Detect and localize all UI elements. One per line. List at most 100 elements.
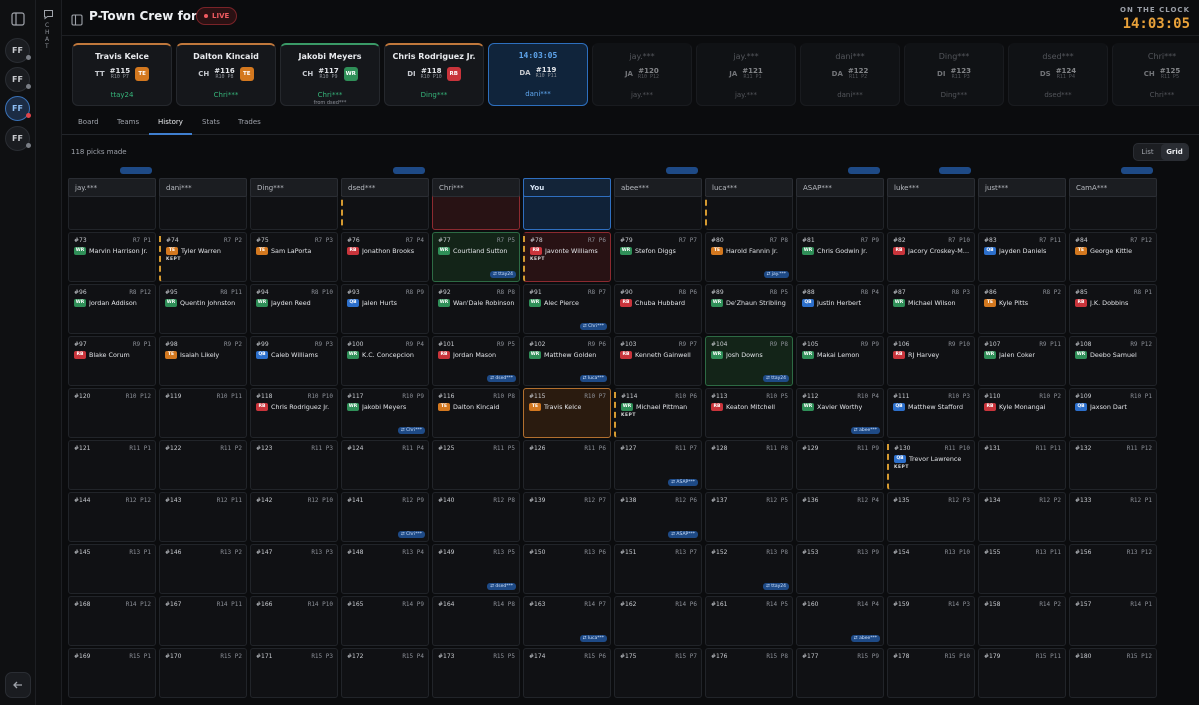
pick-cell[interactable]: #89 R8 P5 WR De'Zhaun Stribling [705, 284, 793, 334]
empty-pick-cell[interactable]: #143 R12 P11 [159, 492, 247, 542]
pick-card[interactable]: jay.*** JA #121 R11 P1 jay.*** [696, 43, 796, 106]
empty-pick-cell[interactable]: #144 R12 P12 [68, 492, 156, 542]
empty-pick-cell[interactable]: #132 R11 P12 [1069, 440, 1157, 490]
empty-pick-cell[interactable]: #155 R13 P11 [978, 544, 1066, 594]
pick-cell[interactable]: #99 R9 P3 QB Caleb Williams [250, 336, 338, 386]
empty-pick-cell[interactable]: #174 R15 P6 [523, 648, 611, 698]
chat-rail[interactable]: CHAT [36, 0, 62, 705]
pick-cell[interactable]: #93 R8 P9 QB Jalen Hurts [341, 284, 429, 334]
list-view-button[interactable]: List [1134, 144, 1161, 160]
pick-cell[interactable]: #80 R7 P8 TE Harold Fannin Jr. ⇄ jay.*** [705, 232, 793, 282]
empty-pick-cell[interactable]: #142 R12 P10 [250, 492, 338, 542]
empty-pick-cell[interactable]: #140 R12 P8 [432, 492, 520, 542]
trade-pill[interactable]: ⇄ ttay24 [490, 271, 516, 278]
empty-pick-cell[interactable]: #150 R13 P6 [523, 544, 611, 594]
tab-trades[interactable]: Trades [238, 118, 261, 126]
empty-pick-cell[interactable]: #145 R13 P1 [68, 544, 156, 594]
pick-card[interactable]: Ding*** DI #123 R11 P3 Ding*** [904, 43, 1004, 106]
empty-pick-cell[interactable]: #168 R14 P12 [68, 596, 156, 646]
empty-pick-cell[interactable]: #122 R11 P2 [159, 440, 247, 490]
trade-pill[interactable]: ⇄ Chri*** [397, 427, 425, 434]
empty-pick-cell[interactable]: #133 R12 P1 [1069, 492, 1157, 542]
tab-stats[interactable]: Stats [202, 118, 220, 126]
pick-cell[interactable]: #75 R7 P3 TE Sam LaPorta [250, 232, 338, 282]
empty-pick-cell[interactable]: #121 R11 P1 [68, 440, 156, 490]
empty-pick-cell[interactable]: #163 R14 P7 ⇄ luca*** [523, 596, 611, 646]
tab-history[interactable]: History [158, 118, 183, 126]
trade-pill[interactable]: ⇄ Chri*** [579, 323, 607, 330]
pick-cell[interactable]: #97 R9 P1 RB Blake Corum [68, 336, 156, 386]
empty-pick-cell[interactable]: #120 R10 P12 [68, 388, 156, 438]
empty-pick-cell[interactable]: #148 R13 P4 [341, 544, 429, 594]
trade-pill[interactable]: ⇄ abee*** [850, 427, 880, 434]
empty-pick-cell[interactable]: #128 R11 P8 [705, 440, 793, 490]
pick-cell[interactable]: #114 R10 P6 WR Michael Pittman KEPT [614, 388, 702, 438]
empty-pick-cell[interactable]: #149 R13 P5 ⇄ dsed*** [432, 544, 520, 594]
empty-pick-cell[interactable]: #125 R11 P5 [432, 440, 520, 490]
empty-pick-cell[interactable]: #176 R15 P8 [705, 648, 793, 698]
empty-pick-cell[interactable]: #119 R10 P11 [159, 388, 247, 438]
empty-pick-cell[interactable]: #169 R15 P1 [68, 648, 156, 698]
pick-cell[interactable]: #88 R8 P4 QB Justin Herbert [796, 284, 884, 334]
pick-cell[interactable]: #105 R9 P9 WR Makai Lemon [796, 336, 884, 386]
empty-pick-cell[interactable]: #137 R12 P5 [705, 492, 793, 542]
trade-pill[interactable]: ⇄ Chri*** [397, 531, 425, 538]
empty-pick-cell[interactable]: #157 R14 P1 [1069, 596, 1157, 646]
empty-pick-cell[interactable]: #139 R12 P7 [523, 492, 611, 542]
empty-pick-cell[interactable]: #138 R12 P6 ⇄ ASAP*** [614, 492, 702, 542]
league-avatar-2[interactable]: FF [5, 67, 31, 92]
panel-toggle-icon[interactable] [71, 11, 83, 30]
pick-card[interactable]: Dalton Kincaid CH #116 R10 P8 TE Chri*** [176, 43, 276, 106]
empty-pick-cell[interactable]: #147 R13 P3 [250, 544, 338, 594]
empty-pick-cell[interactable]: #134 R12 P2 [978, 492, 1066, 542]
pick-cell[interactable]: #85 R8 P1 RB J.K. Dobbins [1069, 284, 1157, 334]
league-avatar-4[interactable]: FF [5, 126, 31, 151]
trade-pill[interactable]: ⇄ luca*** [579, 375, 607, 382]
empty-pick-cell[interactable]: #165 R14 P9 [341, 596, 429, 646]
pick-cell[interactable]: #118 R10 P10 RB Chris Rodriguez Jr. [250, 388, 338, 438]
pick-cell[interactable]: #82 R7 P10 RB Jacory Croskey-Merritt [887, 232, 975, 282]
trade-pill[interactable]: ⇄ luca*** [579, 635, 607, 642]
trade-pill[interactable]: ⇄ ttay24 [763, 583, 789, 590]
pick-cell[interactable]: #90 R8 P6 RB Chuba Hubbard [614, 284, 702, 334]
pick-cell[interactable]: #81 R7 P9 WR Chris Godwin Jr. [796, 232, 884, 282]
empty-pick-cell[interactable]: #129 R11 P9 [796, 440, 884, 490]
pick-card[interactable]: Travis Kelce TT #115 R10 P7 TE ttay24 [72, 43, 172, 106]
pick-cell[interactable]: #100 R9 P4 WR K.C. Concepcion [341, 336, 429, 386]
pick-cell[interactable]: #111 R10 P3 QB Matthew Stafford [887, 388, 975, 438]
empty-pick-cell[interactable]: #177 R15 P9 [796, 648, 884, 698]
empty-pick-cell[interactable]: #151 R13 P7 [614, 544, 702, 594]
pick-cell[interactable]: #96 R8 P12 WR Jordan Addison [68, 284, 156, 334]
empty-pick-cell[interactable]: #160 R14 P4 ⇄ abee*** [796, 596, 884, 646]
pick-cell[interactable]: #94 R8 P10 WR Jayden Reed [250, 284, 338, 334]
empty-pick-cell[interactable]: #135 R12 P3 [887, 492, 975, 542]
pick-cell[interactable]: #113 R10 P5 RB Keaton Mitchell [705, 388, 793, 438]
pick-cell[interactable]: #98 R9 P2 TE Isaiah Likely [159, 336, 247, 386]
pick-cell[interactable]: #102 R9 P6 WR Matthew Golden ⇄ luca*** [523, 336, 611, 386]
pick-cell[interactable]: #130 R11 P10 QB Trevor Lawrence KEPT [887, 440, 975, 490]
pick-cell[interactable]: #101 R9 P5 RB Jordan Mason ⇄ dsed*** [432, 336, 520, 386]
trade-pill[interactable]: ⇄ ASAP*** [668, 479, 698, 486]
trade-pill[interactable]: ⇄ ttay24 [763, 375, 789, 382]
pick-cell[interactable]: #74 R7 P2 TE Tyler Warren KEPT [159, 232, 247, 282]
pick-cell[interactable]: #95 R8 P11 WR Quentin Johnston [159, 284, 247, 334]
pick-cell[interactable]: #107 R9 P11 WR Jalen Coker [978, 336, 1066, 386]
empty-pick-cell[interactable]: #123 R11 P3 [250, 440, 338, 490]
tab-board[interactable]: Board [78, 118, 99, 126]
empty-pick-cell[interactable]: #172 R15 P4 [341, 648, 429, 698]
pick-cell[interactable]: #84 R7 P12 TE George Kittle [1069, 232, 1157, 282]
empty-pick-cell[interactable]: #167 R14 P11 [159, 596, 247, 646]
empty-pick-cell[interactable]: #170 R15 P2 [159, 648, 247, 698]
empty-pick-cell[interactable]: #164 R14 P8 [432, 596, 520, 646]
pick-cell[interactable]: #110 R10 P2 RB Kyle Monangai [978, 388, 1066, 438]
pick-cell[interactable]: #78 R7 P6 RB Javonte Williams KEPT [523, 232, 611, 282]
empty-pick-cell[interactable]: #171 R15 P3 [250, 648, 338, 698]
pick-cell[interactable]: #83 R7 P11 QB Jayden Daniels [978, 232, 1066, 282]
empty-pick-cell[interactable]: #126 R11 P6 [523, 440, 611, 490]
pick-cell[interactable]: #117 R10 P9 WR Jakobi Meyers ⇄ Chri*** [341, 388, 429, 438]
pick-card[interactable]: 14:03:05 DA #119 R10 P11 dani*** [488, 43, 588, 106]
empty-pick-cell[interactable]: #159 R14 P3 [887, 596, 975, 646]
pick-cell[interactable]: #112 R10 P4 WR Xavier Worthy ⇄ abee*** [796, 388, 884, 438]
empty-pick-cell[interactable]: #166 R14 P10 [250, 596, 338, 646]
pick-cell[interactable]: #109 R10 P1 QB Jaxson Dart [1069, 388, 1157, 438]
